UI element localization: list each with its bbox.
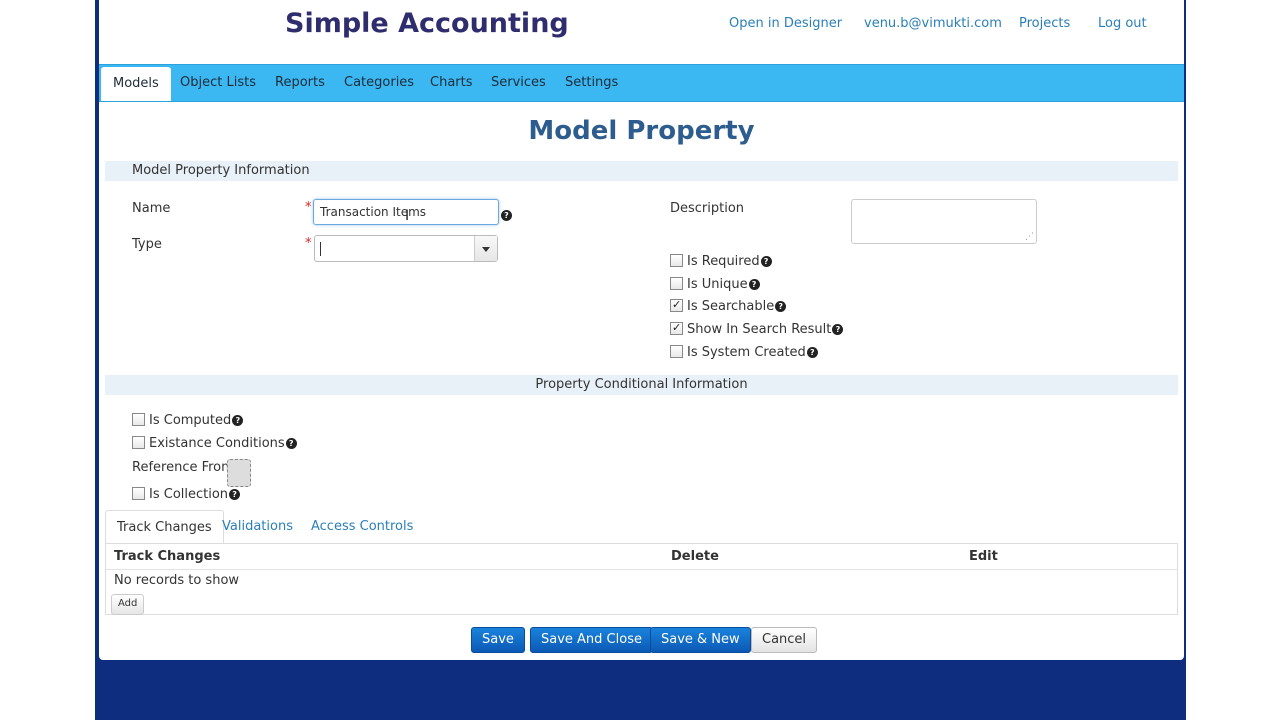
is-collection-checkbox[interactable] bbox=[132, 487, 145, 500]
question-circle-icon[interactable]: ? bbox=[229, 489, 241, 500]
reference-from-picker[interactable] bbox=[227, 459, 251, 487]
column-header-track-changes[interactable]: Track Changes bbox=[114, 549, 220, 564]
section-header-info: Model Property Information bbox=[105, 161, 1178, 181]
tab-access-controls[interactable]: Access Controls bbox=[300, 510, 424, 543]
description-label: Description bbox=[670, 201, 745, 216]
is-required-row[interactable]: Is Required? bbox=[670, 253, 772, 271]
is-searchable-checkbox[interactable] bbox=[670, 296, 683, 314]
is-computed-label: Is Computed bbox=[149, 413, 232, 428]
question-circle-icon[interactable]: ? bbox=[775, 301, 787, 312]
name-label: Name bbox=[132, 201, 171, 216]
input-caret bbox=[320, 242, 321, 256]
main-navbar: Models Object Lists Reports Categories C… bbox=[99, 64, 1184, 102]
is-system-created-row[interactable]: Is System Created? bbox=[670, 344, 818, 362]
question-circle-icon[interactable]: ? bbox=[760, 256, 772, 267]
is-computed-row[interactable]: Is Computed? bbox=[132, 412, 244, 430]
is-searchable-label: Is Searchable bbox=[687, 299, 775, 314]
nav-charts[interactable]: Charts bbox=[418, 65, 485, 101]
nav-services[interactable]: Services bbox=[479, 65, 558, 101]
description-textarea[interactable]: ⋰ bbox=[851, 199, 1037, 244]
existance-conditions-row[interactable]: Existance Conditions? bbox=[132, 435, 297, 453]
empty-grid-message: No records to show bbox=[114, 573, 240, 588]
text-cursor-icon: I bbox=[405, 208, 410, 224]
cancel-button[interactable]: Cancel bbox=[751, 627, 818, 653]
column-header-delete[interactable]: Delete bbox=[671, 549, 719, 564]
is-unique-checkbox[interactable] bbox=[670, 277, 683, 290]
is-computed-checkbox[interactable] bbox=[132, 413, 145, 426]
chevron-down-icon[interactable] bbox=[474, 236, 497, 261]
question-circle-icon[interactable]: ? bbox=[806, 347, 818, 358]
app-title: Simple Accounting bbox=[285, 8, 569, 39]
page-title: Model Property bbox=[528, 116, 755, 146]
is-required-label: Is Required bbox=[687, 254, 760, 269]
is-collection-label: Is Collection bbox=[149, 487, 229, 502]
save-button[interactable]: Save bbox=[471, 627, 525, 653]
nav-models[interactable]: Models bbox=[101, 67, 171, 101]
show-in-search-result-checkbox[interactable] bbox=[670, 319, 683, 337]
nav-categories[interactable]: Categories bbox=[332, 65, 426, 101]
show-in-search-result-row[interactable]: Show In Search Result? bbox=[670, 319, 844, 339]
tab-validations[interactable]: Validations bbox=[211, 510, 304, 543]
type-combobox[interactable] bbox=[314, 235, 498, 262]
question-circle-icon[interactable]: ? bbox=[285, 438, 297, 449]
name-help-icon[interactable]: ? bbox=[501, 210, 512, 221]
is-searchable-row[interactable]: Is Searchable? bbox=[670, 296, 787, 316]
is-unique-label: Is Unique bbox=[687, 277, 748, 292]
name-required-mark: * bbox=[305, 200, 312, 215]
save-and-close-button[interactable]: Save And Close bbox=[530, 627, 653, 653]
logout-link[interactable]: Log out bbox=[1098, 16, 1147, 31]
existance-conditions-label: Existance Conditions bbox=[149, 436, 285, 451]
show-in-search-result-label: Show In Search Result bbox=[687, 322, 832, 337]
is-system-created-label: Is System Created bbox=[687, 345, 806, 360]
open-in-designer-link[interactable]: Open in Designer bbox=[729, 16, 842, 31]
resize-grip-icon[interactable]: ⋰ bbox=[1025, 232, 1034, 242]
header: Simple Accounting Open in Designer venu.… bbox=[99, 0, 1184, 62]
nav-settings[interactable]: Settings bbox=[553, 65, 630, 101]
reference-from-label: Reference From bbox=[132, 460, 234, 475]
is-collection-row[interactable]: Is Collection? bbox=[132, 486, 241, 504]
grid-divider bbox=[106, 569, 1177, 570]
save-and-new-button[interactable]: Save & New bbox=[650, 627, 751, 653]
user-email-link[interactable]: venu.b@vimukti.com bbox=[864, 16, 1002, 31]
track-changes-grid: Track Changes Delete Edit No records to … bbox=[105, 543, 1178, 615]
question-circle-icon[interactable]: ? bbox=[832, 324, 844, 335]
is-unique-row[interactable]: Is Unique? bbox=[670, 276, 760, 294]
section-header-conditional: Property Conditional Information bbox=[105, 375, 1178, 395]
nav-object-lists[interactable]: Object Lists bbox=[168, 65, 268, 101]
nav-reports[interactable]: Reports bbox=[263, 65, 337, 101]
projects-link[interactable]: Projects bbox=[1019, 16, 1070, 31]
question-circle-icon[interactable]: ? bbox=[232, 415, 244, 426]
is-system-created-checkbox[interactable] bbox=[670, 345, 683, 358]
page-container: Simple Accounting Open in Designer venu.… bbox=[99, 0, 1184, 660]
question-circle-icon[interactable]: ? bbox=[748, 279, 760, 290]
column-header-edit[interactable]: Edit bbox=[969, 549, 998, 564]
existance-conditions-checkbox[interactable] bbox=[132, 436, 145, 449]
is-required-checkbox[interactable] bbox=[670, 254, 683, 267]
type-label: Type bbox=[132, 237, 162, 252]
tab-track-changes[interactable]: Track Changes bbox=[105, 510, 224, 544]
add-button[interactable]: Add bbox=[111, 594, 145, 615]
type-required-mark: * bbox=[305, 236, 312, 251]
